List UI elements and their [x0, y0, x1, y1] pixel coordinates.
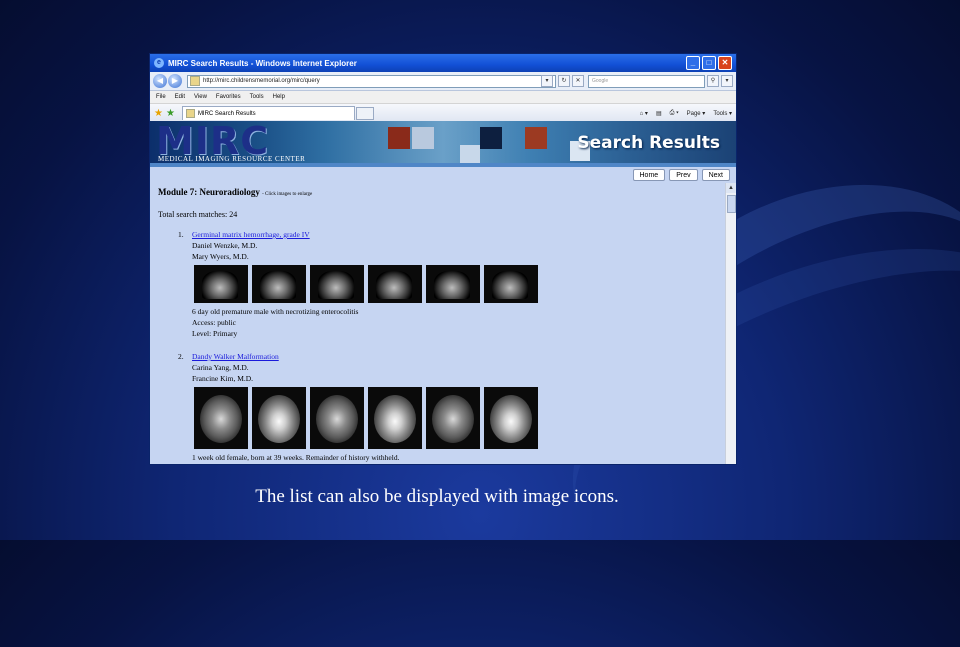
ultrasound-thumbnail[interactable] — [426, 265, 480, 303]
result-author: Francine Kim, M.D. — [192, 374, 254, 383]
title-bar: e MIRC Search Results - Windows Internet… — [150, 54, 736, 72]
search-options-icon[interactable]: ▾ — [721, 75, 733, 87]
ultrasound-thumbnail[interactable] — [484, 265, 538, 303]
search-input[interactable]: Google — [588, 74, 705, 88]
result-author: Mary Wyers, M.D. — [192, 252, 249, 261]
total-matches: Total search matches: 24 — [158, 210, 238, 219]
result-title-link[interactable]: Dandy Walker Malformation — [192, 352, 279, 361]
page-icon — [185, 109, 195, 118]
mirc-subtitle: MEDICAL IMAGING RESOURCE CENTER — [158, 155, 306, 163]
menu-bar: File Edit View Favorites Tools Help — [150, 91, 736, 104]
address-bar: ◀ ▶ http://mirc.childrensmemorial.org/mi… — [150, 72, 736, 91]
browser-window: e MIRC Search Results - Windows Internet… — [150, 54, 736, 464]
nav-buttons: Home Prev Next — [150, 167, 736, 183]
next-button[interactable]: Next — [701, 169, 730, 181]
minimize-button[interactable]: _ — [686, 56, 700, 70]
url-field[interactable]: http://mirc.childrensmemorial.org/mirc/q… — [187, 74, 556, 88]
stop-icon[interactable]: ✕ — [572, 75, 584, 87]
menu-help[interactable]: Help — [273, 94, 285, 100]
back-button[interactable]: ◀ — [153, 74, 167, 88]
home-button[interactable]: Home — [632, 169, 666, 181]
result-level: Level: Primary — [192, 329, 238, 338]
ultrasound-thumbnail[interactable] — [368, 265, 422, 303]
result-description: 1 week old female, born at 39 weeks. Rem… — [192, 453, 400, 462]
mirc-banner: MIRC MEDICAL IMAGING RESOURCE CENTER Sea… — [150, 121, 736, 167]
home-icon[interactable]: ⌂ ▾ — [640, 110, 648, 117]
mri-thumbnail[interactable] — [252, 387, 306, 449]
result-access: Access: public — [192, 318, 236, 327]
mri-thumbnail[interactable] — [194, 387, 248, 449]
result-title-link[interactable]: Germinal matrix hemorrhage, grade IV — [192, 230, 310, 239]
ultrasound-thumbnail[interactable] — [194, 265, 248, 303]
tab-mirc-search-results[interactable]: MIRC Search Results — [181, 106, 355, 120]
menu-favorites[interactable]: Favorites — [216, 94, 241, 100]
feeds-icon[interactable]: ▤ — [656, 110, 662, 117]
menu-view[interactable]: View — [194, 94, 207, 100]
menu-tools[interactable]: Tools — [250, 94, 264, 100]
page-icon — [190, 76, 200, 86]
prev-button[interactable]: Prev — [669, 169, 698, 181]
mri-thumbnail[interactable] — [368, 387, 422, 449]
result-number: 1. — [178, 230, 184, 239]
search-icon[interactable]: ⚲ — [707, 75, 719, 87]
result-description: 6 day old premature male with necrotizin… — [192, 307, 359, 316]
refresh-icon[interactable]: ↻ — [558, 75, 570, 87]
mri-thumbnail[interactable] — [310, 387, 364, 449]
window-title: MIRC Search Results - Windows Internet E… — [168, 58, 357, 68]
results-page: Module 7: Neuroradiology - Click images … — [150, 183, 726, 464]
maximize-button[interactable]: □ — [702, 56, 716, 70]
tools-menu[interactable]: Tools ▾ — [713, 110, 732, 117]
scroll-up-icon[interactable]: ▲ — [726, 183, 736, 193]
slide-caption: The list can also be displayed with imag… — [255, 486, 619, 507]
module-title: Module 7: Neuroradiology - Click images … — [158, 187, 313, 197]
new-tab-button[interactable] — [355, 106, 374, 120]
print-icon[interactable]: ⎙ ▾ — [670, 110, 679, 117]
module-note: - Click images to enlarge — [262, 192, 313, 197]
scroll-thumb[interactable] — [727, 195, 736, 213]
add-favorites-icon[interactable]: ★ — [166, 108, 175, 119]
result-author: Daniel Wenzke, M.D. — [192, 241, 258, 250]
tab-label: MIRC Search Results — [197, 110, 256, 117]
image-thumbnails — [194, 265, 538, 303]
ie-logo-icon: e — [154, 58, 164, 68]
ultrasound-thumbnail[interactable] — [252, 265, 306, 303]
close-button[interactable]: ✕ — [718, 56, 732, 70]
vertical-scrollbar[interactable]: ▲ — [725, 183, 736, 464]
dropdown-icon[interactable]: ▾ — [541, 75, 553, 87]
page-menu[interactable]: Page ▾ — [687, 110, 706, 117]
favorites-star-icon[interactable]: ★ — [154, 108, 163, 119]
menu-edit[interactable]: Edit — [175, 94, 185, 100]
result-author: Carina Yang, M.D. — [192, 363, 249, 372]
image-thumbnails — [194, 387, 538, 449]
page-heading: Search Results — [577, 133, 720, 153]
mri-thumbnail[interactable] — [426, 387, 480, 449]
forward-button[interactable]: ▶ — [168, 74, 182, 88]
menu-file[interactable]: File — [156, 94, 166, 100]
mri-thumbnail[interactable] — [484, 387, 538, 449]
ultrasound-thumbnail[interactable] — [310, 265, 364, 303]
result-number: 2. — [178, 352, 184, 361]
url-text: http://mirc.childrensmemorial.org/mirc/q… — [203, 78, 320, 84]
